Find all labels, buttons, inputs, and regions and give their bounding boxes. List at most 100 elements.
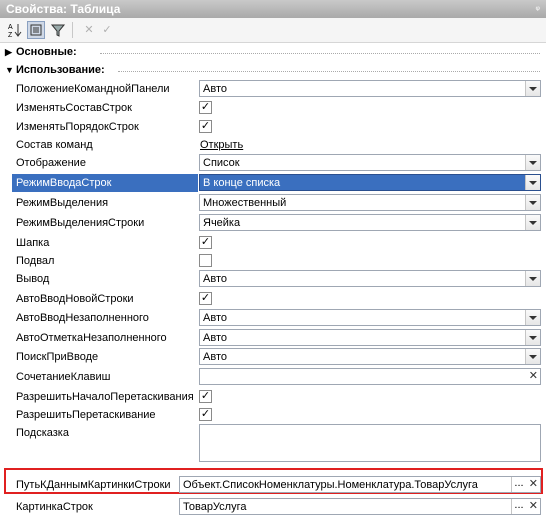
select-value: Авто	[203, 312, 227, 324]
auto-mark-unfilled-select[interactable]: Авто	[199, 329, 541, 346]
row-picture-data-path-field[interactable]: Объект.СписокНоменклатуры.Номенклатура.Т…	[179, 476, 541, 493]
select-button[interactable]: ...	[511, 477, 526, 492]
allow-drag-start-checkbox[interactable]: ✓	[199, 390, 212, 403]
field-value: Объект.СписокНоменклатуры.Номенклатура.Т…	[183, 479, 478, 491]
window-title-bar: Свойства: Таблица ᵠ	[0, 0, 546, 18]
clear-icon[interactable]: ✕	[529, 369, 538, 384]
prop-label: РежимВыделения	[16, 197, 109, 209]
prop-row-header: Шапка ✓	[0, 234, 546, 253]
svg-text:A: A	[8, 24, 13, 31]
prop-label: ИзменятьПорядокСтрок	[16, 121, 139, 133]
prop-row-auto-mark-unfilled: АвтоОтметкаНезаполненного Авто	[0, 329, 546, 348]
toolbar: AZ ✕ ✓	[0, 18, 546, 43]
prop-label: Состав команд	[16, 139, 93, 151]
group-usage-label: Использование:	[16, 64, 105, 76]
apply-icon[interactable]: ✓	[98, 21, 116, 39]
prop-label: ИзменятьСоставСтрок	[16, 102, 132, 114]
dropdown-arrow-icon[interactable]	[525, 155, 540, 170]
search-on-input-select[interactable]: Авто	[199, 348, 541, 365]
dropdown-arrow-icon[interactable]	[525, 81, 540, 96]
prop-row-row-input-mode: РежимВводаСтрок В конце списка	[0, 174, 546, 193]
collapse-arrow-icon[interactable]: ▼	[5, 62, 14, 79]
display-select[interactable]: Список	[199, 154, 541, 171]
prop-row-tooltip: Подсказка	[0, 424, 546, 462]
select-value: Ячейка	[203, 217, 241, 229]
categories-icon[interactable]	[27, 21, 45, 39]
prop-row-commands: Состав команд Открыть	[0, 136, 546, 155]
change-rows-order-checkbox[interactable]: ✓	[199, 120, 212, 133]
tooltip-textarea[interactable]	[199, 424, 541, 462]
prop-row-allow-drag: РазрешитьПеретаскивание ✓	[0, 406, 546, 425]
prop-row-command-panel-position: ПоложениеКоманднойПанели Авто	[0, 80, 546, 99]
window-title: Свойства: Таблица	[6, 2, 121, 16]
prop-label: РежимВыделенияСтроки	[16, 217, 145, 229]
prop-row-change-rows-order: ИзменятьПорядокСтрок ✓	[0, 118, 546, 137]
group-divider	[118, 71, 540, 72]
dropdown-arrow-icon[interactable]	[525, 310, 540, 325]
expand-arrow-icon[interactable]: ▶	[5, 44, 12, 61]
dropdown-arrow-icon[interactable]	[525, 271, 540, 286]
auto-new-row-checkbox[interactable]: ✓	[199, 292, 212, 305]
pin-icon[interactable]: ᵠ	[536, 0, 540, 18]
clear-icon[interactable]: ✕	[80, 21, 98, 39]
prop-row-allow-drag-start: РазрешитьНачалоПеретаскивания ✓	[0, 388, 546, 407]
prop-label: ПоложениеКоманднойПанели	[16, 83, 170, 95]
header-checkbox[interactable]: ✓	[199, 236, 212, 249]
toolbar-separator	[72, 22, 73, 38]
filter-icon[interactable]	[49, 21, 67, 39]
prop-row-display: Отображение Список	[0, 154, 546, 173]
prop-label: РежимВводаСтрок	[16, 177, 112, 189]
group-usage[interactable]: ▼ Использование:	[0, 62, 546, 79]
sort-alphabetical-icon[interactable]: AZ	[6, 21, 24, 39]
group-main[interactable]: ▶ Основные:	[0, 44, 546, 61]
prop-label: Подсказка	[16, 427, 69, 439]
open-commands-link[interactable]: Открыть	[200, 139, 243, 151]
prop-row-auto-input-unfilled: АвтоВводНезаполненного Авто	[0, 309, 546, 328]
prop-label: Шапка	[16, 237, 50, 249]
field-value: ТоварУслуга	[183, 501, 247, 513]
prop-row-output: Вывод Авто	[0, 270, 546, 289]
select-value: Авто	[203, 332, 227, 344]
command-panel-position-select[interactable]: Авто	[199, 80, 541, 97]
change-rows-set-checkbox[interactable]: ✓	[199, 101, 212, 114]
prop-row-change-rows-set: ИзменятьСоставСтрок ✓	[0, 99, 546, 118]
prop-label: АвтоВводНезаполненного	[16, 312, 149, 324]
prop-label: Отображение	[16, 157, 86, 169]
dropdown-arrow-icon[interactable]	[525, 349, 540, 364]
prop-row-row-picture-data-path: ПутьКДаннымКартинкиСтроки Объект.СписокН…	[0, 476, 546, 495]
prop-label: Вывод	[16, 273, 50, 285]
selection-mode-select[interactable]: Множественный	[199, 194, 541, 211]
prop-row-auto-new-row: АвтоВводНовойСтроки ✓	[0, 290, 546, 309]
output-select[interactable]: Авто	[199, 270, 541, 287]
select-value: Множественный	[203, 197, 287, 209]
dropdown-arrow-icon[interactable]	[525, 195, 540, 210]
prop-label: РазрешитьПеретаскивание	[16, 409, 156, 421]
row-input-mode-select[interactable]: В конце списка	[199, 174, 541, 191]
prop-label: ПоискПриВводе	[16, 351, 99, 363]
prop-label: АвтоОтметкаНезаполненного	[16, 332, 167, 344]
select-value: Авто	[203, 351, 227, 363]
select-button[interactable]: ...	[511, 499, 526, 514]
prop-label: РазрешитьНачалоПеретаскивания	[16, 391, 194, 403]
prop-label: Подвал	[16, 255, 55, 267]
allow-drag-checkbox[interactable]: ✓	[199, 408, 212, 421]
select-value: Авто	[203, 83, 227, 95]
row-selection-mode-select[interactable]: Ячейка	[199, 214, 541, 231]
shortcut-field[interactable]: ✕	[199, 368, 541, 385]
dropdown-arrow-icon[interactable]	[525, 175, 540, 190]
select-value: Авто	[203, 273, 227, 285]
prop-row-row-selection-mode: РежимВыделенияСтроки Ячейка	[0, 214, 546, 233]
prop-label: ПутьКДаннымКартинкиСтроки	[16, 479, 171, 491]
auto-input-unfilled-select[interactable]: Авто	[199, 309, 541, 326]
prop-label: КартинкаСтрок	[16, 501, 93, 513]
clear-icon[interactable]: ✕	[529, 499, 538, 514]
prop-row-footer: Подвал	[0, 252, 546, 271]
footer-checkbox[interactable]	[199, 254, 212, 267]
prop-row-shortcut: СочетаниеКлавиш ✕	[0, 368, 546, 387]
prop-label: СочетаниеКлавиш	[16, 371, 111, 383]
clear-icon[interactable]: ✕	[529, 477, 538, 492]
prop-row-search-on-input: ПоискПриВводе Авто	[0, 348, 546, 367]
rows-picture-field[interactable]: ТоварУслуга ... ✕	[179, 498, 541, 515]
dropdown-arrow-icon[interactable]	[525, 330, 540, 345]
dropdown-arrow-icon[interactable]	[525, 215, 540, 230]
